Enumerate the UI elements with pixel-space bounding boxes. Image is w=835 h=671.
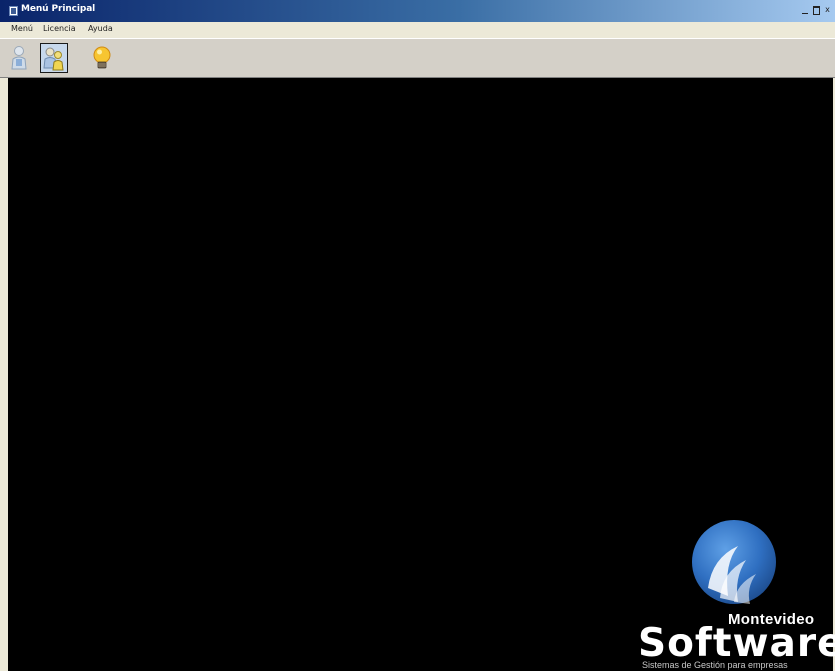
app-icon [9, 6, 18, 16]
minimize-button[interactable] [801, 5, 810, 15]
users-button[interactable] [40, 43, 68, 73]
user-icon [11, 46, 27, 70]
menu-item-menu[interactable]: Menú [11, 24, 33, 33]
globe-logo-icon [692, 520, 776, 604]
menu-bar: Menú Licencia Ayuda [0, 22, 835, 38]
help-button[interactable] [88, 43, 116, 73]
lightbulb-icon [93, 46, 111, 69]
users-icon [43, 47, 64, 71]
logo-tagline: Sistemas de Gestión para empresas [642, 660, 788, 670]
window-title: Menú Principal [21, 4, 96, 14]
menu-item-ayuda[interactable]: Ayuda [88, 24, 113, 33]
logo-brand-main: Software [638, 621, 835, 666]
menu-item-licencia[interactable]: Licencia [43, 24, 76, 33]
montevideo-software-logo: Montevideo Software Sistemas de Gestión … [638, 516, 835, 671]
title-bar[interactable]: Menú Principal x [0, 0, 835, 22]
maximize-button[interactable] [812, 5, 821, 15]
close-button[interactable]: x [823, 5, 832, 15]
main-window: Menú Principal x Menú Licencia Ayuda Mon… [0, 0, 835, 671]
toolbar [0, 38, 835, 78]
user-button[interactable] [6, 43, 34, 73]
main-canvas: Montevideo Software Sistemas de Gestión … [8, 78, 835, 671]
